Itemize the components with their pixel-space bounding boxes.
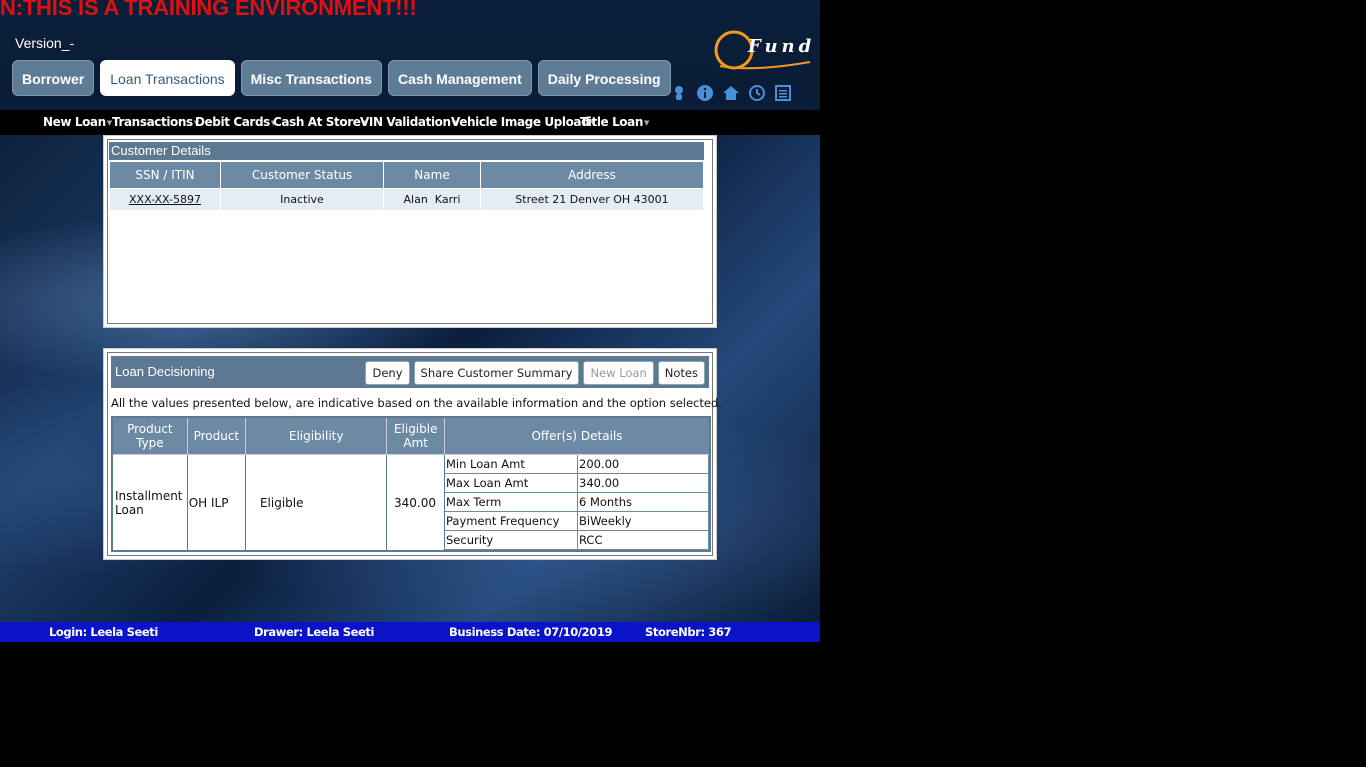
training-banner: N:THIS IS A TRAINING ENVIRONMENT!!!: [0, 0, 417, 20]
customer-details-panel: Customer Details SSN / ITIN Customer Sta…: [103, 135, 717, 328]
tab-cash-management[interactable]: Cash Management: [388, 60, 532, 96]
offer-value: BiWeekly: [577, 512, 709, 531]
info-icon[interactable]: [696, 84, 714, 102]
status-footer: Login: Leela Seeti Drawer: Leela Seeti B…: [0, 622, 820, 642]
tab-borrower[interactable]: Borrower: [12, 60, 95, 96]
offer-value: 200.00: [577, 455, 709, 474]
table-header-row: Product Type Product Eligibility Eligibl…: [111, 416, 711, 455]
offer-value: RCC: [577, 531, 709, 550]
col-name: Name: [383, 161, 481, 189]
col-ssn: SSN / ITIN: [109, 161, 221, 189]
qfund-logo: Fund: [714, 30, 815, 70]
sub-nav: New Loan▼ Transactions▼ Debit Cards▼ Cas…: [0, 110, 820, 135]
home-icon[interactable]: [722, 84, 740, 102]
subnav-cash-at-store[interactable]: Cash At Store▼: [273, 115, 367, 129]
customer-table: SSN / ITIN Customer Status Name Address …: [109, 161, 704, 211]
table-row: XXX-XX-5897 Inactive Alan Karri Street 2…: [109, 188, 704, 211]
offer-label: Security: [445, 531, 577, 550]
subnav-transactions[interactable]: Transactions▼: [112, 115, 199, 129]
tab-loan-transactions[interactable]: Loan Transactions: [100, 60, 235, 96]
col-address: Address: [480, 161, 704, 189]
col-status: Customer Status: [220, 161, 384, 189]
store-number: StoreNbr: 367: [645, 625, 732, 639]
subnav-vin-validation[interactable]: VIN Validation▼: [360, 115, 457, 129]
drawer-info: Drawer: Leela Seeti: [254, 625, 375, 639]
top-icons: [670, 84, 792, 102]
offer-label: Payment Frequency: [445, 512, 577, 531]
offer-label: Min Loan Amt: [445, 455, 577, 474]
clock-icon[interactable]: [748, 84, 766, 102]
offer-grid: Min Loan Amt 200.00 Max Loan Amt 340.00 …: [445, 455, 709, 550]
share-customer-summary-button[interactable]: Share Customer Summary: [413, 361, 580, 385]
col-product-type: Product Type: [111, 416, 188, 455]
offer-label: Max Term: [445, 493, 577, 512]
user-icon[interactable]: [670, 84, 688, 102]
eligible-amount: 340.00: [386, 454, 445, 552]
indicative-note: All the values presented below, are indi…: [111, 396, 722, 410]
subnav-new-loan[interactable]: New Loan▼: [43, 115, 112, 129]
business-date: Business Date: 07/10/2019: [449, 625, 613, 639]
ssn-link[interactable]: XXX-XX-5897: [129, 193, 201, 206]
eligibility-value: Eligible: [244, 454, 388, 552]
subnav-debit-cards[interactable]: Debit Cards▼: [195, 115, 276, 129]
col-offers: Offer(s) Details: [444, 416, 711, 455]
customer-name: Alan Karri: [383, 188, 481, 211]
customer-details-title: Customer Details: [109, 142, 704, 160]
main-tabs: Borrower Loan Transactions Misc Transact…: [12, 60, 671, 96]
list-icon[interactable]: [774, 84, 792, 102]
notes-button[interactable]: Notes: [657, 361, 705, 385]
tab-daily-processing[interactable]: Daily Processing: [537, 60, 671, 96]
table-row: Installment Loan OH ILP Eligible 340.00 …: [111, 454, 711, 552]
col-eligible-amt: Eligible Amt: [386, 416, 445, 455]
subnav-vehicle-image-upload[interactable]: Vehicle Image Upload▼: [451, 115, 596, 129]
product-type: Installment Loan: [111, 454, 188, 552]
new-loan-button[interactable]: New Loan: [583, 361, 654, 385]
deny-button[interactable]: Deny: [365, 361, 410, 385]
subnav-title-loan[interactable]: Title Loan▼: [580, 115, 649, 129]
loan-decisioning-panel: Loan Decisioning Deny Share Customer Sum…: [103, 348, 722, 560]
offer-details: Min Loan Amt 200.00 Max Loan Amt 340.00 …: [444, 454, 711, 552]
customer-address: Street 21 Denver OH 43001: [480, 188, 704, 211]
caret-icon: ▼: [644, 118, 649, 127]
login-info: Login: Leela Seeti: [49, 625, 158, 639]
table-header-row: SSN / ITIN Customer Status Name Address: [109, 161, 704, 189]
app-window: N:THIS IS A TRAINING ENVIRONMENT!!! Vers…: [0, 0, 820, 642]
offer-value: 340.00: [577, 474, 709, 493]
loan-actions: Deny Share Customer Summary New Loan Not…: [365, 361, 705, 385]
tab-misc-transactions[interactable]: Misc Transactions: [240, 60, 383, 96]
offer-label: Max Loan Amt: [445, 474, 577, 493]
loan-offers-table: Product Type Product Eligibility Eligibl…: [111, 416, 711, 552]
loan-decisioning-header: Loan Decisioning Deny Share Customer Sum…: [111, 356, 709, 388]
customer-status: Inactive: [220, 188, 384, 211]
product: OH ILP: [186, 454, 246, 552]
offer-value: 6 Months: [577, 493, 709, 512]
col-product: Product: [186, 416, 246, 455]
logo-text: Fund: [747, 36, 815, 57]
col-eligibility: Eligibility: [244, 416, 388, 455]
loan-decisioning-title: Loan Decisioning: [115, 364, 215, 379]
version-label: Version_-: [15, 35, 75, 51]
